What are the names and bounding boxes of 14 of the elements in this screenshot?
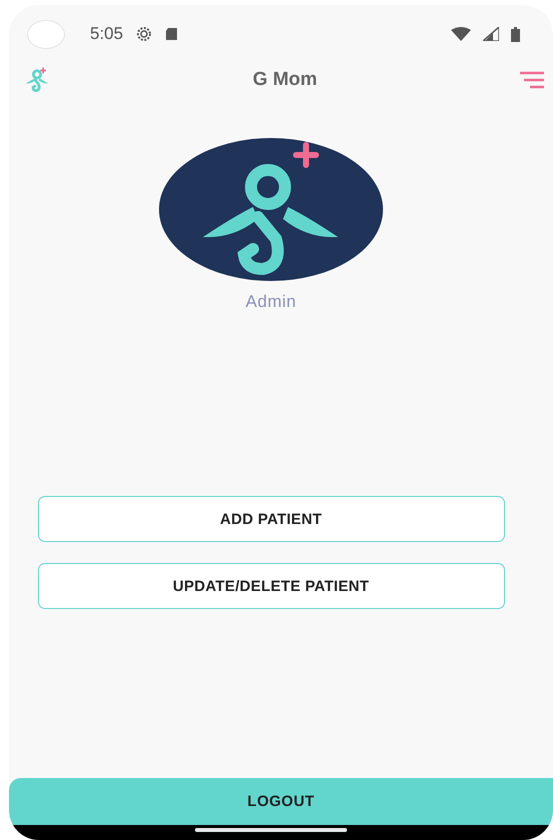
sd-card-icon xyxy=(165,27,180,41)
signal-icon xyxy=(483,27,499,41)
battery-icon xyxy=(511,26,520,42)
logo-icon xyxy=(23,66,51,94)
status-time: 5:05 xyxy=(90,24,124,44)
menu-icon[interactable] xyxy=(518,70,545,90)
wifi-icon xyxy=(451,27,471,41)
settings-icon xyxy=(135,25,154,43)
action-button[interactable]: ADD PATIENT xyxy=(38,496,504,542)
app-title: G Mom xyxy=(252,69,318,91)
profile-name: Admin xyxy=(246,292,296,312)
action-button[interactable]: UPDATE/DELETE PATIENT xyxy=(38,563,504,609)
camera-cutout xyxy=(28,20,64,48)
logout-button[interactable]: LOGOUT xyxy=(9,778,553,825)
